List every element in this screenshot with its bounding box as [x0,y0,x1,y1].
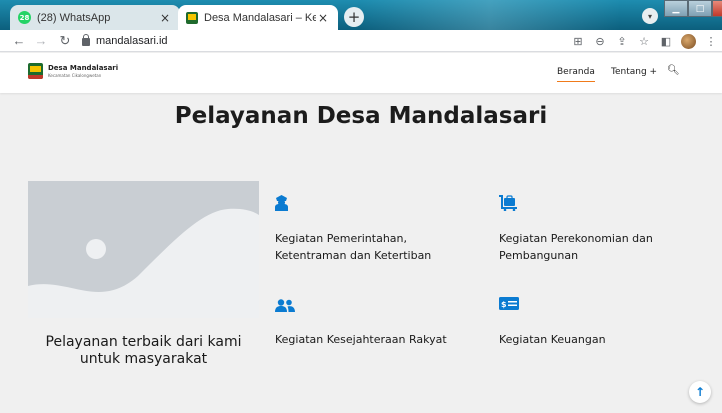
service-label-perekonomian[interactable]: Kegiatan Perekonomian dan Pembangunan [499,230,699,264]
placeholder-image [28,181,259,318]
new-tab-button[interactable]: + [344,7,364,27]
menu-icon[interactable]: ⋮ [700,35,722,48]
site-logo-icon[interactable] [28,63,43,79]
hero-caption: Pelayanan terbaik dari kami untuk masyar… [45,334,242,367]
window-controls: ▁ □ ✕ [664,0,722,17]
tab-whatsapp[interactable]: 28 (28) WhatsApp × [10,5,180,30]
service-label-kesejahteraan[interactable]: Kegiatan Kesejahteraan Rakyat [275,331,475,348]
zoom-icon[interactable]: ⊖ [589,35,611,48]
brand-subtitle: Kecamatan Cikalongwetan [48,73,102,78]
star-icon[interactable]: ☆ [633,35,655,48]
forward-icon[interactable]: → [32,33,50,48]
brand-name[interactable]: Desa Mandalasari [48,64,118,72]
money-icon: $ [499,297,519,314]
service-label-keuangan[interactable]: Kegiatan Keuangan [499,331,699,348]
share-icon[interactable]: ⇪ [611,35,633,48]
site-favicon-icon [186,11,198,24]
nav-beranda[interactable]: Beranda [557,67,595,82]
svg-text:$: $ [501,300,507,309]
tab-search-icon[interactable]: ▾ [642,8,658,24]
image-placeholder-graphic [28,181,259,318]
tab-mandalasari[interactable]: Desa Mandalasari – Kecamatan C × [178,5,338,30]
luggage-cart-icon [499,195,517,215]
tab-close-icon[interactable]: × [158,11,172,25]
url-text[interactable]: mandalasari.id [96,35,168,47]
translate-icon[interactable]: ⊞ [567,35,589,48]
users-icon [275,299,295,316]
titlebar-glow [360,0,620,30]
minimize-icon[interactable]: ▁ [664,0,688,17]
browser-titlebar: 28 (28) WhatsApp × Desa Mandalasari – Ke… [0,0,722,30]
lock-icon[interactable] [82,34,90,46]
url-field[interactable]: mandalasari.id [82,34,168,47]
scroll-to-top-button[interactable]: ↑ [689,381,711,403]
back-icon[interactable]: ← [10,33,28,48]
whatsapp-icon: 28 [18,11,31,24]
tab-title: (28) WhatsApp [37,11,111,24]
tab-title: Desa Mandalasari – Kecamatan C [204,11,316,24]
site-header: Desa Mandalasari Kecamatan Cikalongwetan… [0,53,722,93]
toolbar-icons: ⊞ ⊖ ⇪ ☆ ◧ ⋮ [567,30,722,52]
arrow-up-icon: ↑ [694,385,706,399]
address-bar: ← → ↻ mandalasari.id ⊞ ⊖ ⇪ ☆ ◧ ⋮ [0,30,722,52]
profile-avatar[interactable] [681,33,696,49]
maximize-icon[interactable]: □ [688,0,712,17]
close-window-icon[interactable]: ✕ [712,0,722,17]
search-icon[interactable]: 🔍︎ [667,65,680,76]
service-label-pemerintahan[interactable]: Kegiatan Pemerintahan, Ketentraman dan K… [275,230,475,264]
sidepanel-icon[interactable]: ◧ [655,35,677,48]
reload-icon[interactable]: ↻ [56,33,74,49]
page-title: Pelayanan Desa Mandalasari [174,103,548,129]
nav-tentang[interactable]: Tentang + [611,67,657,77]
officer-icon [275,195,288,215]
tab-close-icon[interactable]: × [316,11,330,25]
